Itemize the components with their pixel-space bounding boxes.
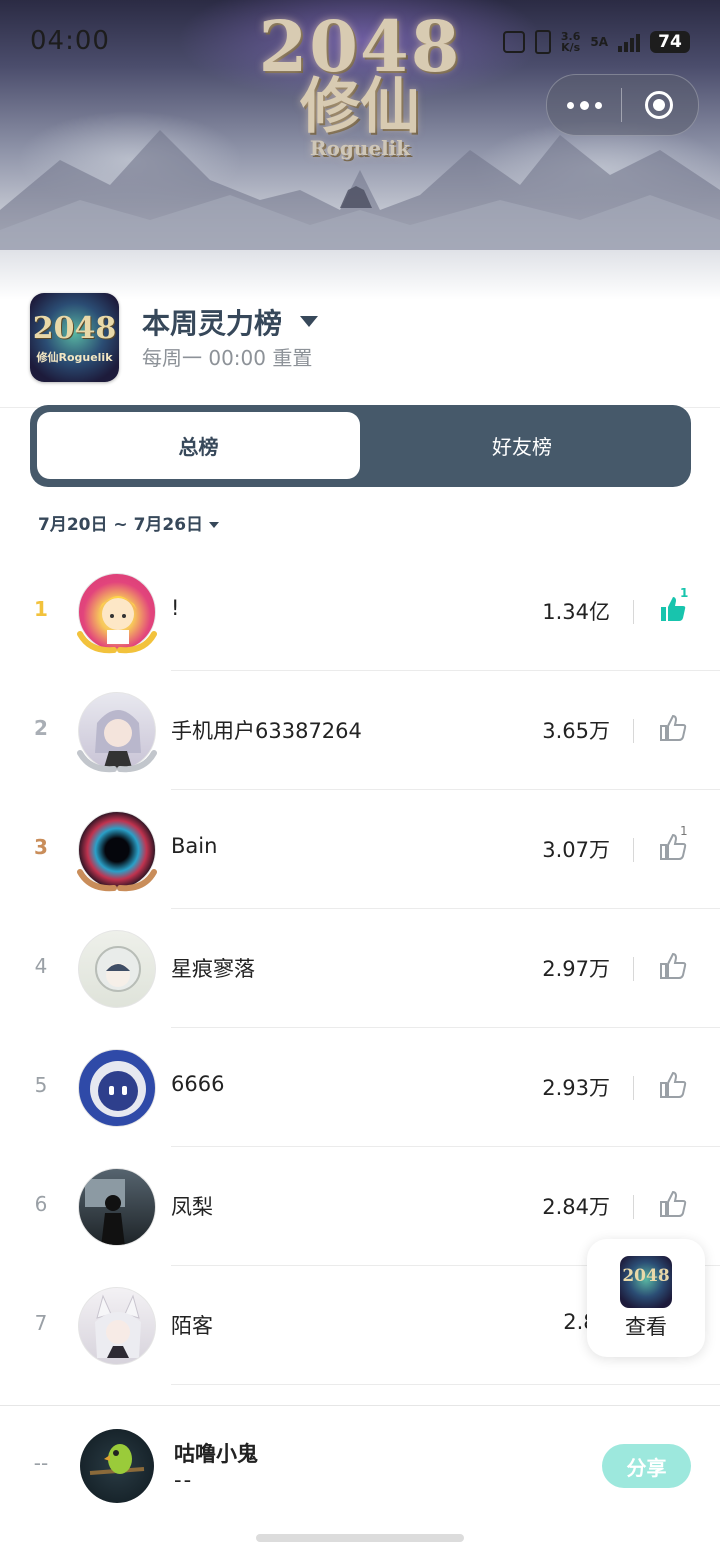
- player-name: !: [171, 596, 180, 620]
- logo-en: Roguelik: [309, 136, 411, 160]
- row-divider: [171, 1384, 720, 1385]
- vibrate-icon: [534, 30, 551, 54]
- rank-number: 5: [34, 1073, 48, 1097]
- like-count: 1: [680, 824, 688, 838]
- player-score: 3.07万: [542, 838, 610, 862]
- my-score: --: [174, 1468, 194, 1492]
- leaderboard-title[interactable]: 本周灵力榜: [142, 302, 282, 342]
- status-time: 04:00: [30, 26, 110, 56]
- thumbs-up-icon[interactable]: [658, 1070, 688, 1100]
- player-score: 2.97万: [542, 957, 610, 981]
- my-rank-bar: -- 咕噜小鬼 -- 分享: [0, 1405, 720, 1555]
- table-row[interactable]: 3 Bain 3.07万 1: [0, 790, 720, 909]
- player-name: 6666: [171, 1072, 225, 1096]
- like-count: 1: [680, 586, 689, 600]
- status-icons: 3.6 K/s 5A 74: [502, 28, 690, 56]
- player-score: 1.34亿: [542, 600, 610, 624]
- net-speed: 3.6 K/s: [561, 31, 581, 53]
- row-separator: [633, 1195, 634, 1219]
- signal-label: 5A: [590, 34, 608, 49]
- rank-number: 1: [34, 597, 48, 621]
- date-range-label: 7月20日 ~ 7月26日: [38, 515, 204, 535]
- chevron-down-icon[interactable]: [300, 316, 318, 327]
- float-icon-number: 2048: [622, 1266, 670, 1286]
- game-icon-number: 2048: [32, 311, 117, 346]
- avatar: [78, 1049, 156, 1127]
- net-speed-unit: K/s: [561, 41, 581, 54]
- thumbs-up-icon[interactable]: [658, 713, 688, 743]
- player-name: 手机用户63387264: [171, 719, 362, 743]
- my-rank: --: [33, 1451, 49, 1475]
- row-separator: [633, 600, 634, 624]
- thumbs-up-icon[interactable]: [658, 1189, 688, 1219]
- avatar: [78, 1287, 156, 1365]
- rank-number: 7: [34, 1311, 48, 1335]
- home-indicator[interactable]: [256, 1534, 464, 1542]
- rank-number: 4: [34, 954, 48, 978]
- thumbs-up-icon[interactable]: [658, 951, 688, 981]
- game-icon-subtitle: 修仙Roguelik: [36, 351, 113, 364]
- miniapp-capsule: [546, 74, 699, 136]
- view-label: 查看: [625, 1315, 667, 1339]
- signal-bars-icon: [618, 32, 640, 52]
- table-row[interactable]: 4 星痕寥落 2.97万: [0, 909, 720, 1028]
- row-separator: [633, 957, 634, 981]
- player-score: 3.65万: [542, 719, 610, 743]
- gold-laurel-icon: [77, 631, 157, 654]
- board-tabs: 总榜 好友榜: [30, 405, 691, 487]
- rank-number: 2: [34, 716, 48, 740]
- player-name: 凤梨: [171, 1195, 213, 1219]
- silver-laurel-icon: [77, 750, 157, 773]
- row-separator: [633, 719, 634, 743]
- caret-down-icon: [209, 522, 220, 528]
- row-separator: [633, 1076, 634, 1100]
- table-row[interactable]: 2 手机用户63387264 3.65万: [0, 671, 720, 790]
- more-menu-button[interactable]: [547, 100, 621, 110]
- share-button[interactable]: 分享: [602, 1444, 691, 1488]
- player-name: 陌客: [171, 1314, 213, 1338]
- date-range-selector[interactable]: 7月20日 ~ 7月26日: [38, 510, 220, 535]
- rank-number: 3: [34, 835, 48, 859]
- reset-info: 每周一 00:00 重置: [142, 346, 313, 370]
- table-row[interactable]: 1 ! 1.34亿 1: [0, 552, 720, 671]
- nfc-icon: [502, 31, 525, 53]
- avatar: [80, 1429, 154, 1503]
- game-icon: 2048: [620, 1256, 672, 1308]
- avatar: [78, 1168, 156, 1246]
- tab-friends[interactable]: 好友榜: [360, 412, 684, 479]
- close-miniapp-button[interactable]: [622, 91, 696, 119]
- player-name: 星痕寥落: [171, 957, 255, 981]
- battery-icon: 74: [650, 31, 690, 53]
- game-logo: 2048 修仙 Roguelik: [230, 10, 490, 161]
- header-banner: 04:00 3.6 K/s 5A 74 2048 修仙 Roguelik: [0, 0, 720, 300]
- player-score: 2.93万: [542, 1076, 610, 1100]
- table-row[interactable]: 5 6666 2.93万: [0, 1028, 720, 1147]
- my-name: 咕噜小鬼: [174, 1442, 258, 1466]
- target-icon: [645, 91, 673, 119]
- rank-number: 6: [34, 1192, 48, 1216]
- game-icon: 2048 修仙Roguelik: [30, 293, 119, 382]
- bronze-laurel-icon: [77, 869, 157, 892]
- view-game-button[interactable]: 2048 查看: [587, 1239, 705, 1357]
- player-score: 2.84万: [542, 1195, 610, 1219]
- avatar: [78, 930, 156, 1008]
- row-separator: [633, 838, 634, 862]
- player-name: Bain: [171, 834, 218, 858]
- tab-overall[interactable]: 总榜: [37, 412, 360, 479]
